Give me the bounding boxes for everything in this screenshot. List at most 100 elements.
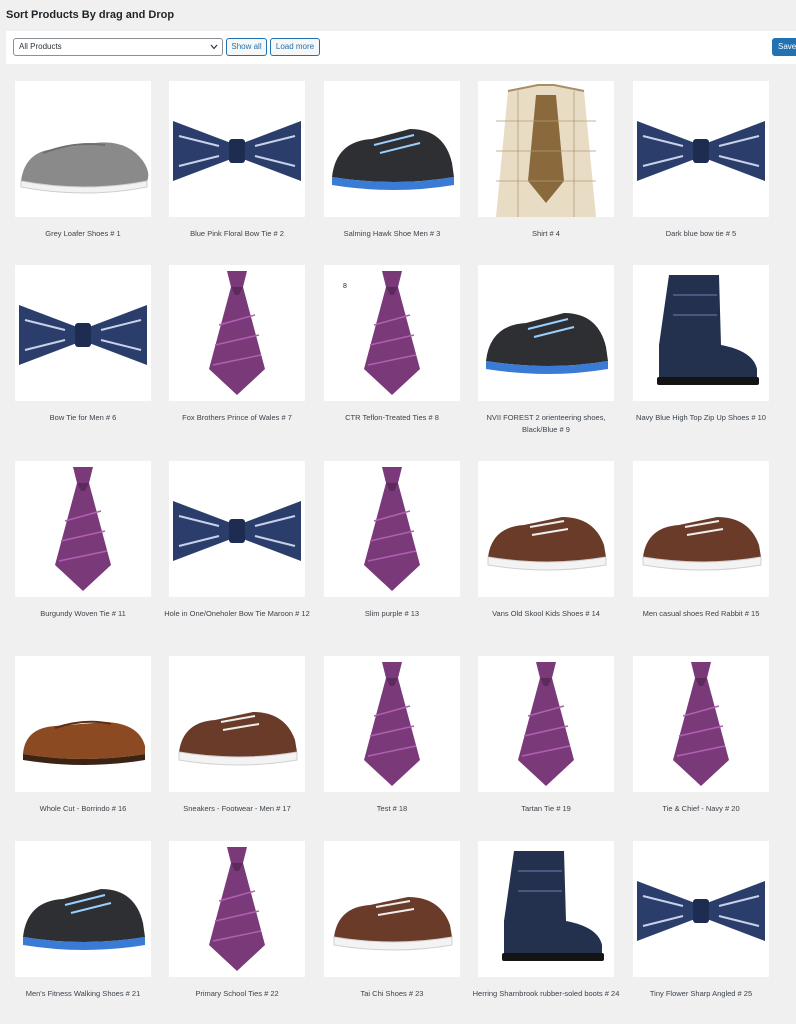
product-image	[324, 656, 460, 792]
product-image	[633, 461, 769, 597]
product-name: Tai Chi Shoes # 23	[360, 989, 424, 998]
product-name: Primary School Ties # 22	[195, 989, 279, 998]
product-image	[15, 841, 151, 977]
bow-tie-icon	[637, 121, 765, 181]
product-name: CTR Teflon-Treated Ties # 8	[345, 413, 439, 422]
loafer-shoe-icon	[20, 142, 149, 194]
product-image	[15, 81, 151, 217]
product-image	[324, 841, 460, 977]
product-name: Whole Cut - Borrindo # 16	[39, 804, 127, 813]
product-card[interactable]: Whole Cut - Borrindo # 16	[15, 656, 151, 815]
product-card[interactable]: Burgundy Woven Tie # 11	[15, 461, 151, 620]
product-image	[633, 81, 769, 217]
tie-icon	[364, 662, 420, 786]
product-image	[478, 656, 614, 792]
tie-icon	[55, 467, 111, 591]
product-card[interactable]: Blue Pink Floral Bow Tie # 2	[169, 81, 305, 240]
product-image	[169, 841, 305, 977]
product-image	[15, 461, 151, 597]
product-name: Tartan Tie # 19	[521, 804, 571, 813]
product-name: Slim purple # 13	[364, 609, 420, 618]
boot-icon	[657, 275, 759, 385]
product-image	[478, 461, 614, 597]
product-name: Tie & Chief - Navy # 20	[662, 804, 740, 813]
sport-shoe-icon	[486, 313, 608, 374]
product-image: 8	[324, 265, 460, 401]
product-image	[169, 461, 305, 597]
product-card[interactable]: 8 CTR Teflon-Treated Ties # 8	[324, 265, 460, 424]
product-name: Burgundy Woven Tie # 11	[40, 609, 126, 618]
product-image	[169, 265, 305, 401]
sport-shoe-icon	[23, 889, 145, 950]
product-card[interactable]: Men casual shoes Red Rabbit # 15	[633, 461, 769, 620]
product-card[interactable]: Men's Fitness Walking Shoes # 21	[15, 841, 151, 1000]
product-name: Tiny Flower Sharp Angled # 25	[649, 989, 753, 998]
product-name: Navy Blue High Top Zip Up Shoes # 10	[636, 413, 766, 422]
product-image	[478, 841, 614, 977]
tie-icon	[518, 662, 574, 786]
product-image	[478, 265, 614, 401]
product-grid: Grey Loafer Shoes # 1 Blue Pink Floral Bo…	[0, 0, 796, 1024]
product-card[interactable]: NVII FOREST 2 orienteering shoes, Black/…	[478, 265, 614, 436]
bow-tie-icon	[173, 501, 301, 561]
product-name: Salming Hawk Shoe Men # 3	[343, 229, 441, 238]
product-name: Blue Pink Floral Bow Tie # 2	[190, 229, 284, 238]
product-name: Test # 18	[376, 804, 408, 813]
product-image	[633, 656, 769, 792]
product-card[interactable]: Herring Sharnbrook rubber-soled boots # …	[473, 841, 619, 1000]
product-image	[633, 265, 769, 401]
tie-icon	[209, 271, 265, 395]
product-name: Sneakers - Footwear - Men # 17	[183, 804, 291, 813]
sneaker-icon	[487, 517, 607, 571]
shirt-icon	[496, 84, 596, 217]
product-image	[633, 841, 769, 977]
product-card[interactable]: Tartan Tie # 19	[478, 656, 614, 815]
product-name: Vans Old Skool Kids Shoes # 14	[492, 609, 600, 618]
tie-icon	[673, 662, 729, 786]
product-image	[324, 81, 460, 217]
product-name: Men's Fitness Walking Shoes # 21	[25, 989, 141, 998]
product-card[interactable]: Shirt # 4	[478, 81, 614, 240]
product-name: Men casual shoes Red Rabbit # 15	[642, 609, 760, 618]
product-card[interactable]: Bow Tie for Men # 6	[15, 265, 151, 424]
product-name: Shirt # 4	[532, 229, 560, 238]
image-number-label: 8	[343, 283, 347, 290]
tie-icon	[209, 847, 265, 971]
product-card[interactable]: Fox Brothers Prince of Wales # 7	[169, 265, 305, 424]
product-image	[15, 265, 151, 401]
product-name: Dark blue bow tie # 5	[665, 229, 737, 238]
product-name: Fox Brothers Prince of Wales # 7	[182, 413, 292, 422]
product-card[interactable]: Tiny Flower Sharp Angled # 25	[633, 841, 769, 1000]
product-card[interactable]: Navy Blue High Top Zip Up Shoes # 10	[633, 265, 769, 424]
sneaker-icon	[642, 517, 762, 571]
product-name: NVII FOREST 2 orienteering shoes, Black/…	[486, 413, 606, 434]
product-name: Hole in One/Oneholer Bow Tie Maroon # 12	[164, 609, 310, 618]
product-image	[169, 81, 305, 217]
product-card[interactable]: Dark blue bow tie # 5	[633, 81, 769, 240]
product-card[interactable]: Test # 18	[324, 656, 460, 815]
product-image	[15, 656, 151, 792]
product-card[interactable]: Slim purple # 13	[324, 461, 460, 620]
product-image	[169, 656, 305, 792]
product-card[interactable]: Salming Hawk Shoe Men # 3	[324, 81, 460, 240]
product-name: Bow Tie for Men # 6	[49, 413, 117, 422]
sneaker-icon	[333, 897, 453, 951]
product-card[interactable]: Vans Old Skool Kids Shoes # 14	[478, 461, 614, 620]
bow-tie-icon	[173, 121, 301, 181]
bow-tie-icon	[19, 305, 147, 365]
product-card[interactable]: Hole in One/Oneholer Bow Tie Maroon # 12	[164, 461, 310, 620]
product-image	[324, 461, 460, 597]
boot-icon	[502, 851, 604, 961]
product-card[interactable]: Primary School Ties # 22	[169, 841, 305, 1000]
product-card[interactable]: Sneakers - Footwear - Men # 17	[169, 656, 305, 815]
dress-shoe-icon	[23, 720, 145, 765]
product-name: Herring Sharnbrook rubber-soled boots # …	[472, 989, 620, 998]
product-name: Grey Loafer Shoes # 1	[45, 229, 121, 238]
tie-icon	[364, 467, 420, 591]
product-image	[478, 81, 614, 217]
sport-shoe-icon	[332, 129, 454, 190]
bow-tie-icon	[637, 881, 765, 941]
product-card[interactable]: Grey Loafer Shoes # 1	[15, 81, 151, 240]
product-card[interactable]: Tie & Chief - Navy # 20	[633, 656, 769, 815]
product-card[interactable]: Tai Chi Shoes # 23	[324, 841, 460, 1000]
